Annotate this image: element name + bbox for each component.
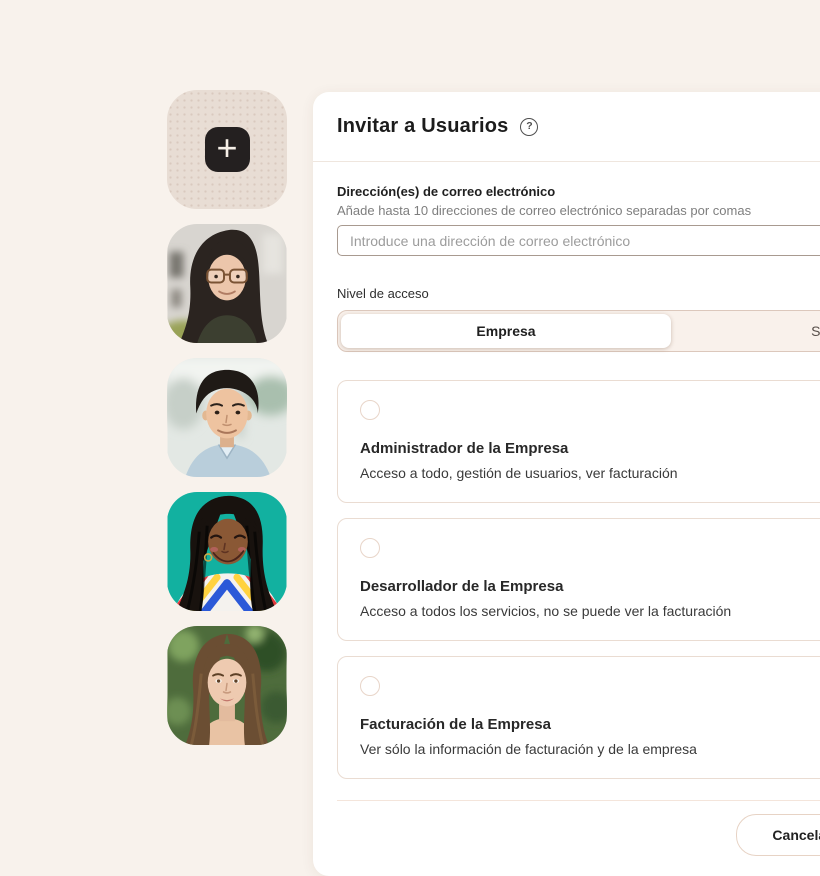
- role-title: Administrador de la Empresa: [360, 440, 820, 457]
- role-card-billing[interactable]: Facturación de la Empresa Ver sólo la in…: [337, 656, 820, 779]
- app-background: { "window": { "background_color": "#f8f2…: [0, 0, 820, 820]
- dialog-footer: Cancelar: [337, 800, 820, 876]
- invite-users-dialog: Invitar a Usuarios ? Dirección(es) de co…: [313, 92, 820, 876]
- role-title: Desarrollador de la Empresa: [360, 578, 820, 595]
- avatar-user-2[interactable]: [167, 358, 287, 477]
- segment-servicio[interactable]: Servicio: [671, 314, 820, 348]
- role-title: Facturación de la Empresa: [360, 716, 820, 733]
- avatar-photo-4: [167, 626, 287, 745]
- cancel-button-label: Cancelar: [772, 827, 820, 843]
- user-rail: +: [167, 90, 287, 745]
- email-input[interactable]: [337, 225, 820, 256]
- dialog-title: Invitar a Usuarios: [337, 115, 508, 138]
- cancel-button[interactable]: Cancelar: [736, 814, 820, 856]
- avatar-photo-2: [167, 358, 287, 477]
- role-card-developer[interactable]: Desarrollador de la Empresa Acceso a tod…: [337, 518, 820, 641]
- role-card-admin[interactable]: Administrador de la Empresa Acceso a tod…: [337, 380, 820, 503]
- dialog-body: Dirección(es) de correo electrónico Añad…: [313, 162, 820, 876]
- radio-developer[interactable]: [360, 538, 380, 558]
- radio-admin[interactable]: [360, 400, 380, 420]
- role-description: Acceso a todo, gestión de usuarios, ver …: [360, 465, 820, 481]
- avatar-user-1[interactable]: [167, 224, 287, 343]
- access-level-label: Nivel de acceso: [337, 286, 820, 302]
- avatar-user-4[interactable]: [167, 626, 287, 745]
- dialog-header: Invitar a Usuarios ?: [313, 92, 820, 162]
- segment-servicio-label: Servicio: [811, 323, 820, 339]
- avatar-photo-3: [167, 492, 287, 611]
- plus-icon[interactable]: +: [205, 127, 250, 172]
- help-icon[interactable]: ?: [520, 118, 538, 136]
- role-description: Acceso a todos los servicios, no se pued…: [360, 603, 820, 619]
- segment-empresa[interactable]: Empresa: [341, 314, 671, 348]
- avatar-user-3[interactable]: [167, 492, 287, 611]
- email-field-label: Dirección(es) de correo electrónico: [337, 184, 820, 200]
- segment-empresa-label: Empresa: [476, 323, 535, 339]
- add-user-tile[interactable]: +: [167, 90, 287, 209]
- access-level-segmented-control: Empresa Servicio: [337, 310, 820, 352]
- radio-billing[interactable]: [360, 676, 380, 696]
- plus-glyph: +: [216, 130, 237, 166]
- avatar-photo-1: [167, 224, 287, 343]
- email-field-helper: Añade hasta 10 direcciones de correo ele…: [337, 203, 820, 219]
- role-description: Ver sólo la información de facturación y…: [360, 741, 820, 757]
